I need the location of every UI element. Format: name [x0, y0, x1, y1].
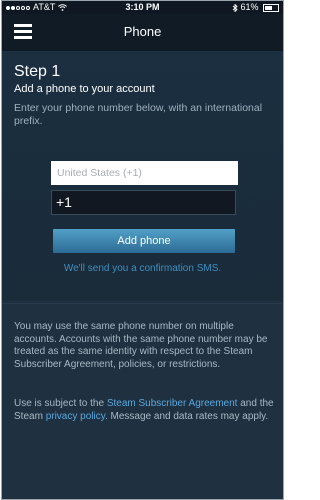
terms-suffix: . Message and data rates may apply. [104, 410, 269, 422]
battery-percent: 61% [240, 2, 259, 12]
subscriber-agreement-link[interactable]: Steam Subscriber Agreement [107, 398, 238, 409]
step-subtitle: Add a phone to your account [14, 83, 155, 95]
shared-number-info: You may use the same phone number on mul… [14, 321, 268, 370]
terms-text: Use is subject to the Steam Subscriber A… [14, 398, 276, 423]
status-bar: AT&T 3:10 PM 61% [2, 1, 283, 14]
add-phone-button[interactable]: Add phone [53, 229, 235, 253]
step-description: Enter your phone number below, with an i… [14, 102, 263, 127]
step-heading: Step 1 [14, 63, 61, 80]
phone-screen: AT&T 3:10 PM 61% Phone Step 1 Add a phon… [1, 0, 284, 500]
section-divider [2, 303, 283, 304]
status-right: 61% [232, 1, 279, 14]
phone-number-input[interactable]: +1 [51, 190, 236, 215]
battery-icon [263, 3, 279, 12]
terms-prefix: Use is subject to the [14, 398, 107, 409]
page-title: Phone [123, 24, 162, 39]
nav-bar: Phone [2, 14, 283, 51]
country-select[interactable]: United States (+1) [51, 161, 238, 185]
sms-note: We'll send you a confirmation SMS. [63, 263, 222, 274]
privacy-policy-link[interactable]: privacy policy [46, 411, 105, 422]
